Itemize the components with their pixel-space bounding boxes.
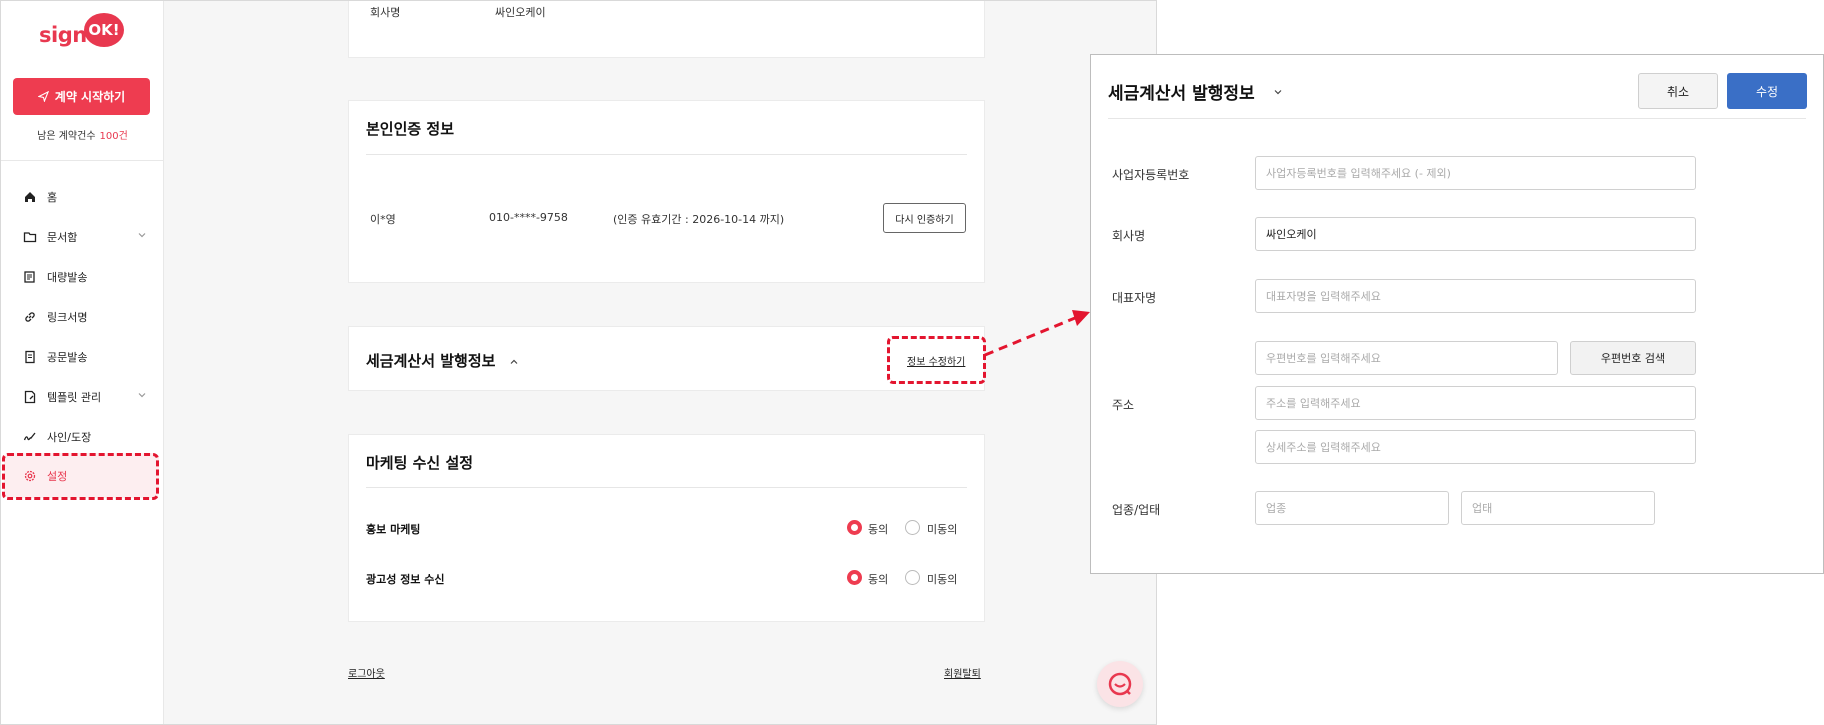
address-detail-field[interactable]: 상세주소를 입력해주세요 [1255, 430, 1696, 464]
signature-icon [23, 432, 36, 441]
identity-name: 이*영 [370, 213, 396, 226]
sidebar-item-bulk-send[interactable]: 대량발송 [23, 266, 147, 288]
sidebar-item-signature[interactable]: 사인/도장 [23, 426, 147, 448]
identity-phone: 010-****-9758 [489, 211, 568, 224]
company-info-card: 회사명 싸인오케이 [348, 1, 985, 58]
ad-disagree-label: 미동의 [927, 573, 958, 586]
card-divider [366, 487, 967, 488]
promo-disagree-label: 미동의 [927, 523, 958, 536]
chevron-down-icon [138, 393, 146, 398]
identity-title: 본인인증 정보 [366, 120, 455, 138]
sidebar-item-label: 사인/도장 [47, 431, 92, 444]
template-icon [24, 390, 36, 404]
document-icon [25, 350, 35, 364]
identity-card: 본인인증 정보 이*영 010-****-9758 (인증 유효기간 : 202… [348, 100, 985, 283]
marketing-card: 마케팅 수신 설정 홍보 마케팅 동의 미동의 광고성 정보 수신 동의 미동의 [348, 434, 985, 622]
edit-info-highlight [887, 336, 986, 384]
start-contract-button[interactable]: 계약 시작하기 [13, 78, 150, 115]
chat-button[interactable] [1097, 661, 1143, 707]
send-icon [37, 91, 49, 102]
sidebar-divider [1, 160, 164, 161]
sidebar-item-label: 대량발송 [47, 271, 88, 284]
remaining-contracts: 남은 계약건수 100건 [1, 127, 164, 142]
chevron-down-icon [138, 233, 146, 238]
ad-agree-radio[interactable] [847, 570, 862, 585]
bulk-send-icon [24, 271, 35, 283]
business-type-field[interactable]: 업종 [1255, 491, 1449, 525]
cancel-button[interactable]: 취소 [1638, 73, 1718, 109]
card-divider [366, 154, 967, 155]
logo-badge: OK! [84, 13, 124, 47]
business-label: 업종/업태 [1112, 503, 1161, 517]
chevron-up-icon[interactable] [509, 357, 519, 367]
business-item-field[interactable]: 업태 [1461, 491, 1655, 525]
start-contract-label: 계약 시작하기 [54, 90, 126, 104]
promo-marketing-label: 홍보 마케팅 [366, 523, 421, 536]
remaining-label: 남은 계약건수 [37, 131, 96, 142]
biz-number-label: 사업자등록번호 [1112, 168, 1190, 182]
chat-icon [1108, 672, 1132, 696]
tax-invoice-edit-panel: 세금계산서 발행정보 취소 수정 사업자등록번호 사업자등록번호를 입력해주세요… [1090, 54, 1824, 574]
withdraw-link[interactable]: 회원탈퇴 [944, 665, 981, 680]
marketing-title: 마케팅 수신 설정 [366, 454, 474, 472]
address-field[interactable]: 주소를 입력해주세요 [1255, 386, 1696, 420]
sidebar-item-official-send[interactable]: 공문발송 [23, 346, 147, 368]
zipcode-search-button[interactable]: 우편번호 검색 [1570, 341, 1696, 375]
sidebar: sign OK! 계약 시작하기 남은 계약건수 100건 홈 문서함 대량발송 … [1, 1, 164, 724]
ad-agree-label: 동의 [868, 573, 889, 586]
sidebar-item-templates[interactable]: 템플릿 관리 [23, 386, 147, 408]
ceo-label: 대표자명 [1112, 291, 1157, 305]
sidebar-item-label: 문서함 [47, 231, 78, 244]
sidebar-item-label: 링크서명 [47, 311, 88, 324]
arrow-connector [984, 310, 1090, 357]
logout-link[interactable]: 로그아웃 [348, 665, 385, 680]
promo-agree-radio[interactable] [847, 520, 862, 535]
sidebar-item-link-sign[interactable]: 링크서명 [23, 306, 147, 328]
logo-text: sign [39, 23, 87, 47]
address-label: 주소 [1112, 398, 1135, 412]
company-value: 싸인오케이 [495, 6, 546, 19]
tax-invoice-title: 세금계산서 발행정보 [366, 352, 496, 370]
folder-icon [23, 232, 37, 243]
zipcode-field[interactable]: 우편번호를 입력해주세요 [1255, 341, 1558, 375]
identity-validity: (인증 유효기간 : 2026-10-14 까지) [613, 213, 785, 226]
logo[interactable]: sign OK! [39, 11, 127, 53]
panel-divider [1108, 118, 1806, 119]
save-button[interactable]: 수정 [1727, 73, 1807, 109]
sidebar-item-label: 템플릿 관리 [47, 391, 102, 404]
company-label: 회사명 [1112, 229, 1146, 243]
link-icon [25, 312, 35, 322]
panel-title: 세금계산서 발행정보 [1108, 84, 1255, 104]
promo-disagree-radio[interactable] [905, 520, 920, 535]
settings-highlight [2, 453, 159, 500]
sidebar-item-label: 공문발송 [47, 351, 88, 364]
ceo-field[interactable]: 대표자명을 입력해주세요 [1255, 279, 1696, 313]
biz-number-field[interactable]: 사업자등록번호를 입력해주세요 (- 제외) [1255, 156, 1696, 190]
ad-info-label: 광고성 정보 수신 [366, 573, 445, 586]
remaining-count: 100건 [99, 131, 128, 142]
company-field[interactable]: 싸인오케이 [1255, 217, 1696, 251]
reverify-button[interactable]: 다시 인증하기 [883, 203, 966, 233]
promo-agree-label: 동의 [868, 523, 889, 536]
chevron-down-icon[interactable] [1273, 87, 1283, 97]
sidebar-item-label: 홈 [47, 191, 58, 204]
ad-disagree-radio[interactable] [905, 570, 920, 585]
sidebar-item-documents[interactable]: 문서함 [23, 226, 147, 248]
sidebar-item-home[interactable]: 홈 [23, 186, 147, 208]
company-label: 회사명 [370, 6, 401, 19]
home-icon [25, 192, 35, 202]
